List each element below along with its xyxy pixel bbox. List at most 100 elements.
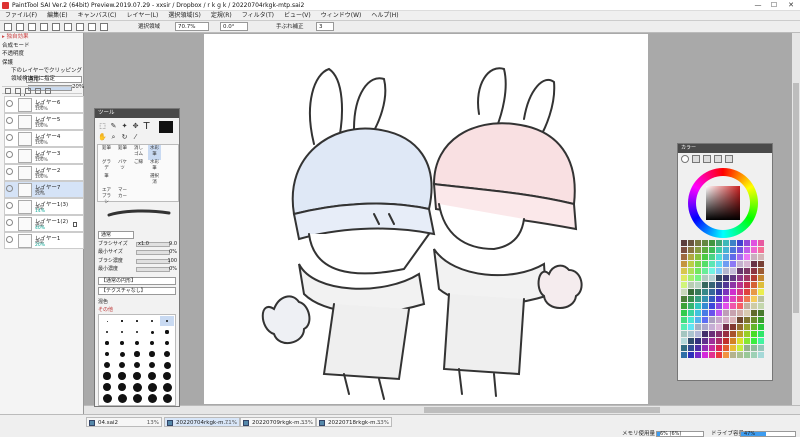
color-swatch[interactable] xyxy=(709,303,715,309)
color-swatch[interactable] xyxy=(709,317,715,323)
layer-item[interactable]: レイヤー1(2) 通常 40% xyxy=(4,215,84,232)
color-swatch[interactable] xyxy=(716,254,722,260)
menu-canvas[interactable]: キャンバス(C) xyxy=(73,11,122,20)
brush-size-cell[interactable] xyxy=(130,371,144,381)
color-swatch[interactable] xyxy=(681,261,687,267)
color-swatch[interactable] xyxy=(688,254,694,260)
color-swatch[interactable] xyxy=(681,303,687,309)
eye-icon[interactable] xyxy=(6,151,13,158)
brush-gradient[interactable]: グラデ xyxy=(100,159,113,174)
color-swatch[interactable] xyxy=(758,310,764,316)
brush-size-cell[interactable] xyxy=(115,316,129,326)
color-swatch[interactable] xyxy=(737,331,743,337)
minimize-button[interactable]: — xyxy=(752,1,764,10)
brush-size-cell[interactable] xyxy=(130,316,144,326)
color-swatch[interactable] xyxy=(751,254,757,260)
brush-pencil-2[interactable]: 鉛筆 xyxy=(116,145,129,160)
color-swatch[interactable] xyxy=(723,345,729,351)
color-swatch[interactable] xyxy=(723,275,729,281)
color-swatch[interactable] xyxy=(688,331,694,337)
color-swatch[interactable] xyxy=(758,254,764,260)
brush-size-cell[interactable] xyxy=(115,360,129,370)
color-swatch[interactable] xyxy=(695,338,701,344)
color-swatch[interactable] xyxy=(695,310,701,316)
brush-size-cell[interactable] xyxy=(130,393,144,403)
color-swatch[interactable] xyxy=(751,268,757,274)
color-swatch[interactable] xyxy=(709,352,715,358)
brush-size-cell[interactable] xyxy=(130,360,144,370)
color-swatch[interactable] xyxy=(716,275,722,281)
color-wheel-tab-icon[interactable] xyxy=(681,155,689,163)
texture-select[interactable]: 【テクスチャなし】 xyxy=(98,287,176,295)
menu-view[interactable]: ビュー(V) xyxy=(279,11,316,20)
zoom-tool-icon[interactable]: ⌕ xyxy=(109,133,118,142)
layer-item[interactable]: レイヤー3 通常 100% xyxy=(4,147,84,164)
brush-mode-select[interactable]: 通常 xyxy=(98,231,134,239)
maximize-button[interactable]: ☐ xyxy=(768,1,780,10)
color-swatch[interactable] xyxy=(709,268,715,274)
color-swatch[interactable] xyxy=(730,275,736,281)
brush-size-cell[interactable] xyxy=(160,393,174,403)
brush-watercolor-2[interactable]: 水彩筆 xyxy=(148,159,161,174)
color-swatch[interactable] xyxy=(702,247,708,253)
color-swatch[interactable] xyxy=(744,296,750,302)
delete-layer-icon[interactable] xyxy=(45,88,51,94)
color-swatch[interactable] xyxy=(723,240,729,246)
effects-header[interactable]: ▸ 独自効果 xyxy=(2,34,29,41)
color-swatch[interactable] xyxy=(723,317,729,323)
color-swatch[interactable] xyxy=(716,240,722,246)
color-swatch[interactable] xyxy=(681,282,687,288)
color-swatch[interactable] xyxy=(688,345,694,351)
menu-ruler[interactable]: 定規(R) xyxy=(206,11,237,20)
color-swatch[interactable] xyxy=(758,317,764,323)
color-swatch[interactable] xyxy=(723,303,729,309)
new-layer-icon[interactable] xyxy=(5,88,11,94)
color-swatch[interactable] xyxy=(751,324,757,330)
color-swatch[interactable] xyxy=(695,303,701,309)
new-folder-icon[interactable] xyxy=(15,88,21,94)
color-swatch[interactable] xyxy=(744,310,750,316)
color-swatch[interactable] xyxy=(723,261,729,267)
color-swatch[interactable] xyxy=(702,345,708,351)
color-swatch[interactable] xyxy=(751,303,757,309)
eye-icon[interactable] xyxy=(6,100,13,107)
color-swatch[interactable] xyxy=(744,345,750,351)
color-swatch[interactable] xyxy=(688,247,694,253)
color-swatch[interactable] xyxy=(695,317,701,323)
color-swatch[interactable] xyxy=(716,282,722,288)
color-swatch[interactable] xyxy=(758,247,764,253)
color-swatch[interactable] xyxy=(702,331,708,337)
color-swatch[interactable] xyxy=(744,268,750,274)
color-swatch[interactable] xyxy=(695,275,701,281)
color-swatch[interactable] xyxy=(681,254,687,260)
brush-select-erase[interactable]: 選択消 xyxy=(148,173,161,188)
menu-edit[interactable]: 編集(E) xyxy=(42,11,72,20)
brush-size-cell[interactable] xyxy=(130,349,144,359)
brush-size-cell[interactable] xyxy=(145,338,159,348)
brush-size-cell[interactable] xyxy=(115,327,129,337)
color-swatch[interactable] xyxy=(695,289,701,295)
color-swatch[interactable] xyxy=(702,338,708,344)
color-swatch[interactable] xyxy=(716,268,722,274)
color-swatch[interactable] xyxy=(730,289,736,295)
color-swatch[interactable] xyxy=(744,282,750,288)
color-swatch[interactable] xyxy=(758,296,764,302)
color-swatch[interactable] xyxy=(695,345,701,351)
color-swatch[interactable] xyxy=(688,289,694,295)
color-swatch[interactable] xyxy=(737,310,743,316)
color-swatch[interactable] xyxy=(723,247,729,253)
color-swatch[interactable] xyxy=(688,352,694,358)
color-swatch[interactable] xyxy=(709,345,715,351)
invert-selection-icon[interactable] xyxy=(28,23,36,31)
merge-down-icon[interactable] xyxy=(25,88,31,94)
clear-layer-icon[interactable] xyxy=(35,88,41,94)
brush-size-cell[interactable] xyxy=(100,382,114,392)
color-swatch[interactable] xyxy=(737,352,743,358)
color-swatch[interactable] xyxy=(681,310,687,316)
layer-item[interactable]: レイヤー5 通常 100% xyxy=(4,113,84,130)
color-swatch[interactable] xyxy=(758,352,764,358)
color-swatch[interactable] xyxy=(702,268,708,274)
brush-size-cell[interactable] xyxy=(100,371,114,381)
color-swatch[interactable] xyxy=(709,282,715,288)
color-swatch[interactable] xyxy=(737,261,743,267)
